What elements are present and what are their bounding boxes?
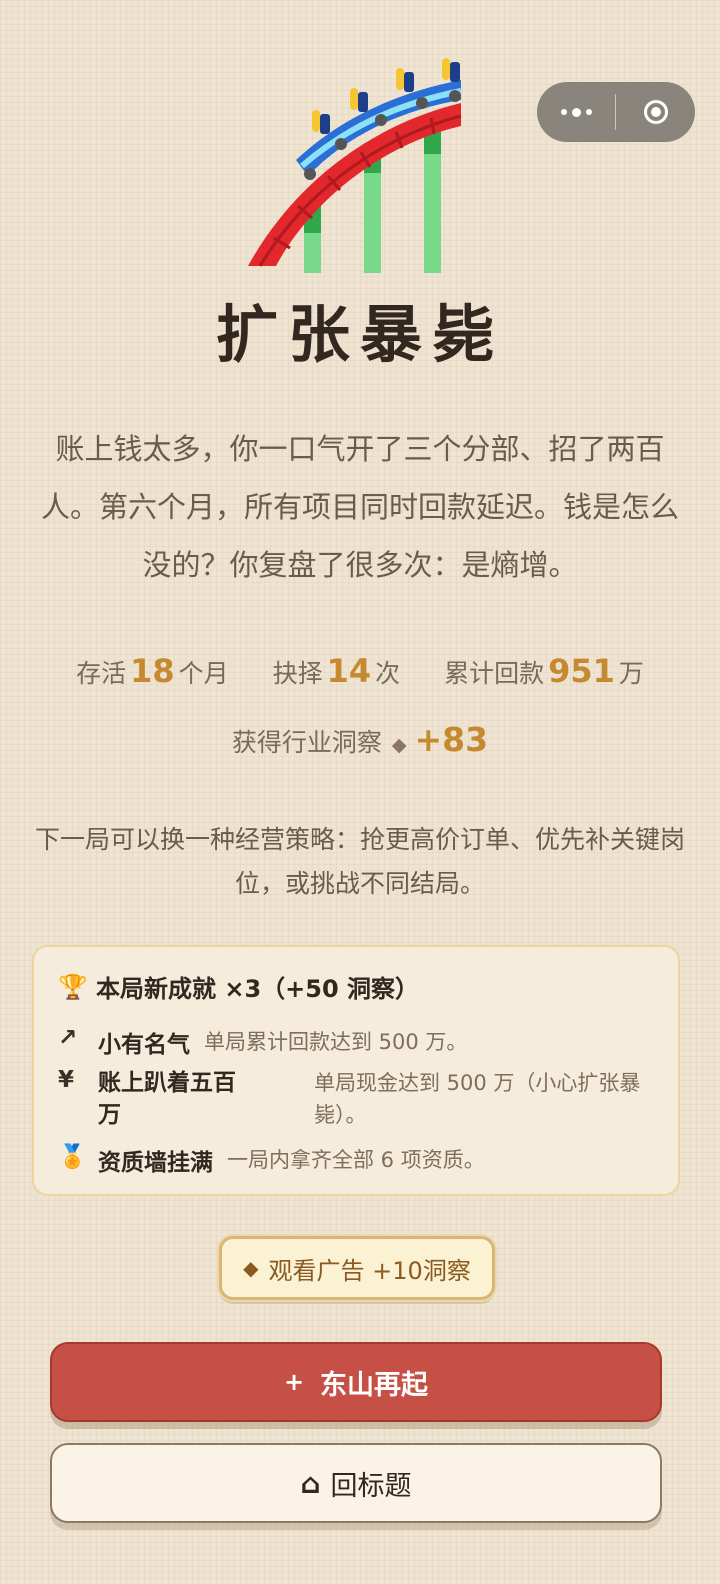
close-target-icon[interactable] [616, 82, 695, 142]
stat-payback: 累计回款 951 万 [444, 652, 644, 690]
yen-icon: ¥ [58, 1067, 75, 1093]
next-run-hint: 下一局可以换一种经营策略：抢更高价订单、优先补关键岗位，或挑战不同结局。 [34, 825, 685, 898]
achievement-desc: 一局内拿齐全部 6 项资质。 [227, 1148, 485, 1172]
achievement-desc: 单局现金达到 500 万（小心扩张暴毙）。 [314, 1071, 641, 1127]
medal-icon: 🏅 [58, 1144, 87, 1170]
watch-ad-button[interactable]: ◆ 观看广告 +10洞察 [219, 1236, 495, 1300]
stat-label: 累计回款 [444, 659, 545, 688]
restart-button[interactable]: + 东山再起 [50, 1342, 662, 1422]
miniprogram-capsule [537, 82, 695, 142]
diamond-icon: ◆ [391, 734, 407, 756]
achievement-desc: 单局累计回款达到 500 万。 [204, 1030, 468, 1054]
achievement-name: 资质墙挂满 [98, 1150, 213, 1176]
stat-choice: 抉择 14 次 [273, 652, 401, 690]
stat-unit: 万 [618, 659, 644, 688]
achievements-title: 本局新成就 ×3（+50 洞察） [96, 975, 420, 1003]
ending-story: 账上钱太多，你一口气开了三个分部、招了两百人。第六个月，所有项目同时回款延迟。钱… [40, 432, 679, 582]
home-icon: ⌂ [300, 1466, 321, 1500]
stat-value: 14 [326, 652, 372, 690]
achievement-name: 小有名气 [98, 1032, 190, 1058]
page-title: 扩张暴毙 [215, 298, 504, 371]
achievements-panel: 🏆 本局新成就 ×3（+50 洞察） ↗ 小有名气 单局累计回款达到 500 万… [32, 945, 680, 1196]
trophy-icon: 🏆 [58, 972, 88, 1001]
stat-unit: 次 [375, 659, 401, 688]
back-to-title-label: 回标题 [330, 1470, 412, 1502]
achievements-header: 🏆 本局新成就 ×3（+50 洞察） [58, 969, 419, 1004]
restart-label: 东山再起 [320, 1369, 429, 1401]
roller-coaster-icon [248, 58, 462, 273]
more-dots-icon[interactable] [537, 82, 615, 142]
stat-value: 951 [548, 652, 615, 690]
stat-value: 18 [130, 652, 175, 690]
insight-label: 获得行业洞察 [231, 728, 382, 757]
stat-label: 抉择 [272, 659, 323, 688]
achievement-item: 🏅 资质墙挂满 一局内拿齐全部 6 项资质。 [58, 1143, 485, 1177]
insight-value: +83 [414, 720, 489, 759]
trend-up-icon: ↗ [58, 1025, 78, 1051]
run-stats: 存活 18 个月 抉择 14 次 累计回款 951 万 [0, 652, 720, 690]
plus-icon: + [283, 1368, 305, 1396]
achievement-name: 账上趴着五百万 [98, 1070, 236, 1128]
stat-unit: 个月 [178, 659, 229, 688]
stat-label: 存活 [76, 659, 127, 688]
diamond-icon: ◆ [243, 1256, 259, 1280]
achievement-item: ¥ 账上趴着五百万 单局现金达到 500 万（小心扩张暴毙）。 [58, 1067, 664, 1131]
achievement-item: ↗ 小有名气 单局累计回款达到 500 万。 [58, 1025, 467, 1059]
insight-gained: 获得行业洞察 ◆ +83 [0, 720, 720, 759]
watch-ad-label: 观看广告 +10洞察 [268, 1256, 471, 1285]
back-to-title-button[interactable]: ⌂ 回标题 [50, 1443, 662, 1523]
stat-survive: 存活 18 个月 [76, 652, 229, 690]
